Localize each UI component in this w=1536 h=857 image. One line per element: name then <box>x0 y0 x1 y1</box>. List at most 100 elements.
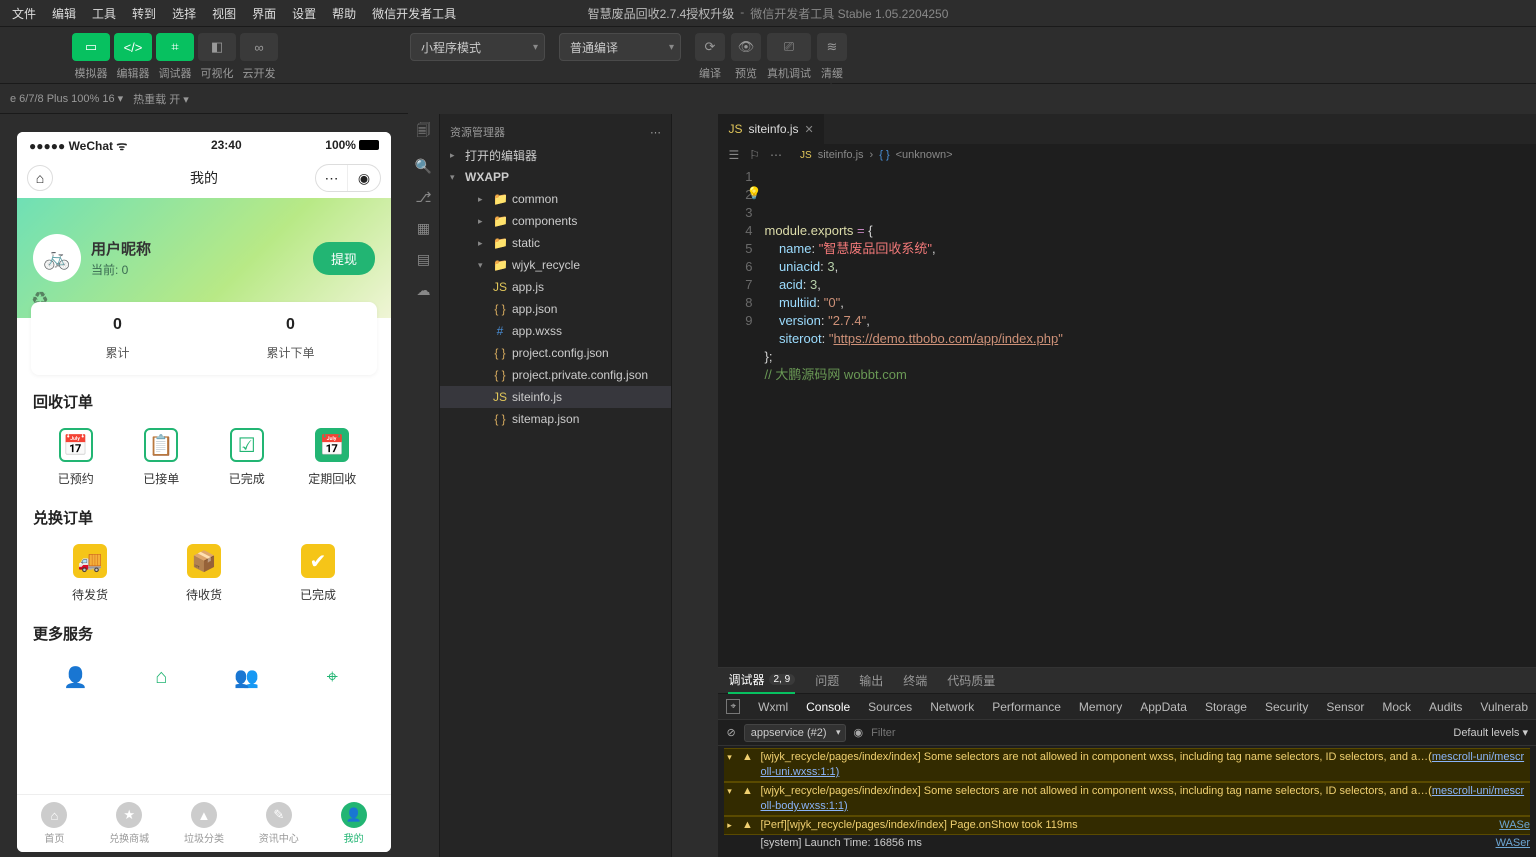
files-icon[interactable]: 🗐 <box>417 120 431 144</box>
grid-cell[interactable]: ✔已完成 <box>261 544 375 603</box>
menu-转到[interactable]: 转到 <box>124 0 164 26</box>
stat-item[interactable]: 0累计 <box>31 316 204 361</box>
tab-垃圾分类[interactable]: ▲垃圾分类 <box>167 795 242 852</box>
tree-components[interactable]: ▸📁components <box>440 210 671 232</box>
tab-siteinfo[interactable]: JS siteinfo.js ✕ <box>718 114 823 144</box>
grid-cell[interactable]: 👥 <box>204 660 290 702</box>
console-log[interactable]: ▸▲[Perf][wjyk_recycle/pages/index/index]… <box>724 816 1530 835</box>
debugger-toggle[interactable]: ⌗ <box>156 33 194 61</box>
devtool-tab-Security[interactable]: Security <box>1265 700 1308 714</box>
menu-文件[interactable]: 文件 <box>4 0 44 26</box>
compile-button[interactable]: ⟳ <box>695 33 725 61</box>
compile-dropdown[interactable]: 普通编译 <box>559 33 681 61</box>
tree-static[interactable]: ▸📁static <box>440 232 671 254</box>
devtool-tab-Performance[interactable]: Performance <box>992 700 1061 714</box>
editor-toggle[interactable]: </> <box>114 33 152 61</box>
clear-cache-button[interactable]: ≋ <box>817 33 847 61</box>
tree-app.js[interactable]: JSapp.js <box>440 276 671 298</box>
tab-我的[interactable]: 👤我的 <box>316 795 391 852</box>
devtool-tab-Network[interactable]: Network <box>930 700 974 714</box>
tree-app.wxss[interactable]: #app.wxss <box>440 320 671 342</box>
tab-兑换商城[interactable]: ★兑换商城 <box>92 795 167 852</box>
tree-siteinfo.js[interactable]: JSsiteinfo.js <box>440 386 671 408</box>
tree-sitemap.json[interactable]: { }sitemap.json <box>440 408 671 430</box>
capsule-button[interactable]: ⋯◉ <box>315 164 381 192</box>
clear-console-icon[interactable]: ⊘ <box>726 726 735 739</box>
grid-cell[interactable]: 👤 <box>33 660 119 702</box>
tree-wjyk_recycle[interactable]: ▾📁wjyk_recycle <box>440 254 671 276</box>
withdraw-button[interactable]: 提现 <box>313 242 375 275</box>
ext-icon[interactable]: ▦ <box>417 220 430 237</box>
menu-编辑[interactable]: 编辑 <box>44 0 84 26</box>
search-icon[interactable]: 🔍 <box>415 158 432 175</box>
preview-button[interactable]: 👁 <box>731 33 761 61</box>
git-icon[interactable]: ⎇ <box>415 189 431 206</box>
tree-project.private.config.json[interactable]: { }project.private.config.json <box>440 364 671 386</box>
grid-cell[interactable]: ⌂ <box>119 660 205 702</box>
close-tab-icon[interactable]: ✕ <box>805 123 814 136</box>
debug-tab-代码质量[interactable]: 代码质量 <box>947 668 995 694</box>
grid-cell[interactable]: 📋已接单 <box>119 428 205 487</box>
tree-common[interactable]: ▸📁common <box>440 188 671 210</box>
debug-tab-问题[interactable]: 问题 <box>815 668 839 694</box>
grid-cell[interactable]: 🚚待发货 <box>33 544 147 603</box>
context-selector[interactable]: appservice (#2) <box>744 724 846 742</box>
device-selector[interactable]: e 6/7/8 Plus 100% 16 ▾ <box>10 92 123 105</box>
menu-微信开发者工具[interactable]: 微信开发者工具 <box>364 0 464 26</box>
avatar[interactable]: 🚲 <box>33 234 81 282</box>
filter-input[interactable] <box>871 727 1445 739</box>
debug-tab-调试器[interactable]: 调试器2, 9 <box>728 668 795 694</box>
visual-toggle[interactable]: ◧ <box>198 33 236 61</box>
menu-界面[interactable]: 界面 <box>244 0 284 26</box>
devtool-tab-Mock[interactable]: Mock <box>1382 700 1411 714</box>
menu-视图[interactable]: 视图 <box>204 0 244 26</box>
lightbulb-icon[interactable]: 💡 <box>746 184 761 202</box>
devtool-tab-Vulnerab[interactable]: Vulnerab <box>1480 700 1528 714</box>
grid-cell[interactable]: 📅已预约 <box>33 428 119 487</box>
list-icon[interactable]: ☰ <box>728 148 739 162</box>
devtool-tab-Memory[interactable]: Memory <box>1079 700 1122 714</box>
eye-icon[interactable]: ◉ <box>854 726 864 739</box>
devtool-tab-Console[interactable]: Console <box>806 700 850 714</box>
devtool-tab-Sources[interactable]: Sources <box>868 700 912 714</box>
capsule-menu-icon[interactable]: ⋯ <box>316 165 348 191</box>
levels-dropdown[interactable]: Default levels ▾ <box>1453 726 1528 739</box>
db-icon[interactable]: ▤ <box>417 251 430 268</box>
console-log[interactable]: [system] Launch Time: 16856 msWASer <box>724 835 1530 852</box>
devtool-tab-Sensor[interactable]: Sensor <box>1326 700 1364 714</box>
menu-设置[interactable]: 设置 <box>284 0 324 26</box>
debug-tab-终端[interactable]: 终端 <box>903 668 927 694</box>
console-log[interactable]: ▾▲[wjyk_recycle/pages/index/index] Some … <box>724 782 1530 816</box>
grid-cell[interactable]: 📅定期回收 <box>290 428 376 487</box>
code-editor[interactable]: 123456789 💡 module.exports = { name: "智慧… <box>718 166 1536 667</box>
project-root[interactable]: ▾WXAPP <box>440 166 671 188</box>
devtool-tab-AppData[interactable]: AppData <box>1140 700 1187 714</box>
capsule-close-icon[interactable]: ◉ <box>348 165 380 191</box>
home-icon[interactable]: ⌂ <box>27 165 53 191</box>
console-log[interactable]: ▾▲[wjyk_recycle/pages/index/index] Some … <box>724 748 1530 782</box>
bookmark-icon[interactable]: ⚐ <box>749 148 760 162</box>
tree-app.json[interactable]: { }app.json <box>440 298 671 320</box>
grid-cell[interactable]: 📦待收货 <box>147 544 261 603</box>
inspect-icon[interactable]: ⌖ <box>726 699 740 714</box>
menu-帮助[interactable]: 帮助 <box>324 0 364 26</box>
mode-dropdown[interactable]: 小程序模式 <box>410 33 545 61</box>
grid-cell[interactable]: ⌖ <box>290 660 376 702</box>
grid-cell[interactable]: ☑已完成 <box>204 428 290 487</box>
open-editors-section[interactable]: ▸打开的编辑器 <box>440 144 671 166</box>
devtool-tab-Storage[interactable]: Storage <box>1205 700 1247 714</box>
robot-icon[interactable]: ☁ <box>417 282 431 299</box>
stat-item[interactable]: 0累计下单 <box>204 316 377 361</box>
tab-资讯中心[interactable]: ✎资讯中心 <box>241 795 316 852</box>
console-output[interactable]: ▾▲[wjyk_recycle/pages/index/index] Some … <box>718 746 1536 857</box>
tab-首页[interactable]: ⌂首页 <box>17 795 92 852</box>
simulator-toggle[interactable]: ▭ <box>72 33 110 61</box>
tree-project.config.json[interactable]: { }project.config.json <box>440 342 671 364</box>
menu-选择[interactable]: 选择 <box>164 0 204 26</box>
devtool-tab-Audits[interactable]: Audits <box>1429 700 1462 714</box>
menu-工具[interactable]: 工具 <box>84 0 124 26</box>
cloud-toggle[interactable]: ∞ <box>240 33 278 61</box>
hot-reload-toggle[interactable]: 热重载 开 ▾ <box>133 91 189 107</box>
remote-debug-button[interactable]: ⎚ <box>767 33 811 61</box>
explorer-more-icon[interactable]: ⋯ <box>650 126 661 139</box>
